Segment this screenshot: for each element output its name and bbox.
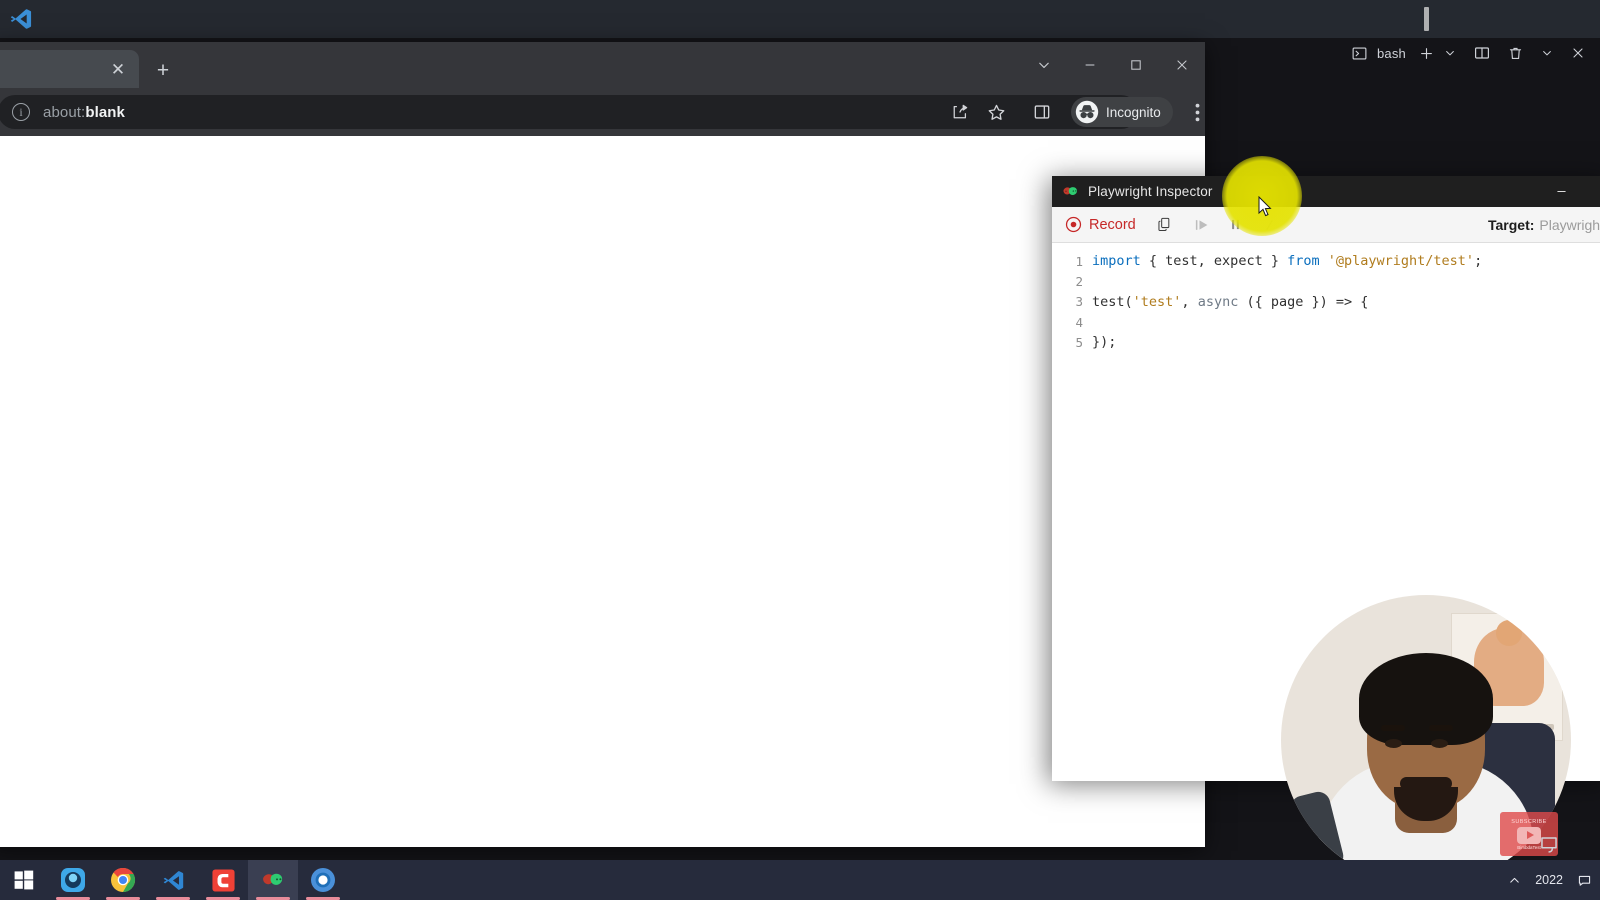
copy-icon[interactable] [1152,211,1180,239]
chrome-toolbar: i about:blank Incognito [0,88,1205,136]
code-line-text: import { test, expect } from '@playwrigh… [1092,253,1482,269]
system-tray: 2022 [1508,860,1592,900]
inspector-toolbar: Record Target: Playwright [1052,207,1600,243]
code-token: { test, expect } [1140,253,1288,270]
code-token: , [1181,293,1198,310]
new-terminal-dropdown-button[interactable] [1439,40,1461,66]
code-line: 5}); [1052,332,1600,352]
share-icon[interactable] [945,97,975,127]
line-number: 5 [1075,334,1083,350]
line-number: 4 [1075,314,1083,330]
browser-tab[interactable]: k ✕ [0,50,139,88]
task-item-chromium[interactable] [298,860,348,900]
presenter-eyebrow-left [1381,725,1405,731]
vscode-title-bar [0,0,1600,38]
presenter-eye-left [1385,739,1402,748]
url-main: blank [85,103,125,121]
chrome-browser-window: k ✕ + i about:blan [0,42,1205,847]
code-line-text: test('test', async ({ page }) => { [1092,294,1368,310]
terminal-shell-label: bash [1377,45,1406,61]
presenter-hair [1359,653,1493,745]
code-token: 'test' [1132,293,1182,310]
record-label: Record [1089,216,1136,233]
incognito-badge[interactable]: Incognito [1071,97,1173,127]
terminal-panel-toolbar: bash [1170,38,1600,68]
incognito-label: Incognito [1106,104,1161,120]
tray-clock[interactable]: 2022 [1535,873,1563,887]
three-dots-icon[interactable] [1183,97,1205,127]
code-token: async [1197,293,1239,310]
toolbar-actions: Incognito [945,95,1205,129]
address-bar-text: about:blank [43,104,125,121]
new-tab-button[interactable]: + [150,57,176,83]
line-number: 1 [1075,253,1083,269]
code-line-text: }); [1092,334,1116,350]
maximize-button[interactable] [1113,42,1159,88]
tab-search-button[interactable] [1021,42,1067,88]
maximize-panel-button[interactable] [1536,40,1558,66]
task-item-camtasia[interactable] [198,860,248,900]
page-content-blank [0,136,1205,847]
windows-taskbar: 2022 [0,860,1600,900]
chrome-window-controls [1021,42,1205,88]
terminal-shell-icon [1347,40,1372,66]
windows-start-icon[interactable] [0,860,48,900]
notification-bell-icon[interactable] [1577,873,1592,888]
inspector-title-bar: Playwright Inspector [1052,176,1600,207]
presenter-eyebrow-right [1429,725,1453,731]
close-icon[interactable]: ✕ [107,58,129,80]
playwright-masks-icon [1063,187,1077,195]
close-panel-button[interactable] [1566,40,1590,66]
clear-icon[interactable] [1256,211,1284,239]
code-line: 2 [1052,271,1600,291]
minimize-button[interactable] [1067,42,1113,88]
task-item-playwright[interactable] [248,860,298,900]
side-panel-icon[interactable] [1027,97,1057,127]
code-line: 3 test('test', async ({ page }) => { [1052,292,1600,312]
target-value: Playwright [1539,217,1600,233]
pause-icon[interactable] [1222,211,1250,239]
record-button[interactable]: Record [1062,213,1143,236]
site-info-icon[interactable]: i [12,103,30,121]
task-item-vscode[interactable] [148,860,198,900]
kill-terminal-button[interactable] [1503,40,1528,66]
task-item-bluestacks[interactable] [48,860,98,900]
line-number: 2 [1075,273,1083,289]
code-line: 1 import { test, expect } from '@playwrig… [1052,251,1600,271]
tray-date-year: 2022 [1535,872,1563,887]
wall-picture-head [1496,620,1522,646]
code-token: ({ page }) => { [1238,293,1369,310]
browser-tab-title: k [0,61,107,77]
step-over-icon[interactable] [1188,211,1216,239]
inspector-window-title: Playwright Inspector [1088,184,1213,199]
minimize-button[interactable] [1540,176,1582,207]
code-token: '@playwright/test' [1327,253,1475,270]
split-terminal-button[interactable] [1469,40,1495,66]
chevron-up-icon[interactable] [1508,874,1521,887]
code-token: from [1287,253,1320,270]
inspector-target: Target: Playwright [1488,207,1600,243]
code-token: test( [1092,293,1133,310]
task-item-chrome[interactable] [98,860,148,900]
new-terminal-button[interactable] [1414,40,1439,66]
text-caret [1424,7,1429,31]
line-number: 3 [1075,294,1083,310]
chrome-tab-strip: k ✕ + [0,42,1205,88]
incognito-icon [1075,100,1099,124]
record-circle-icon [1065,216,1082,233]
notification-bell-icon[interactable] [1536,830,1562,858]
subscribe-title: SUBSCRIBE [1511,818,1547,825]
url-scheme: about: [43,103,86,121]
code-token: }); [1092,334,1117,351]
code-line: 4 [1052,312,1600,332]
presenter-eye-right [1431,739,1448,748]
vscode-logo-icon [10,9,32,29]
close-button[interactable] [1159,42,1205,88]
target-label: Target: [1487,217,1535,233]
code-token: ; [1474,253,1483,270]
code-token: import [1092,253,1141,270]
star-icon[interactable] [981,97,1011,127]
